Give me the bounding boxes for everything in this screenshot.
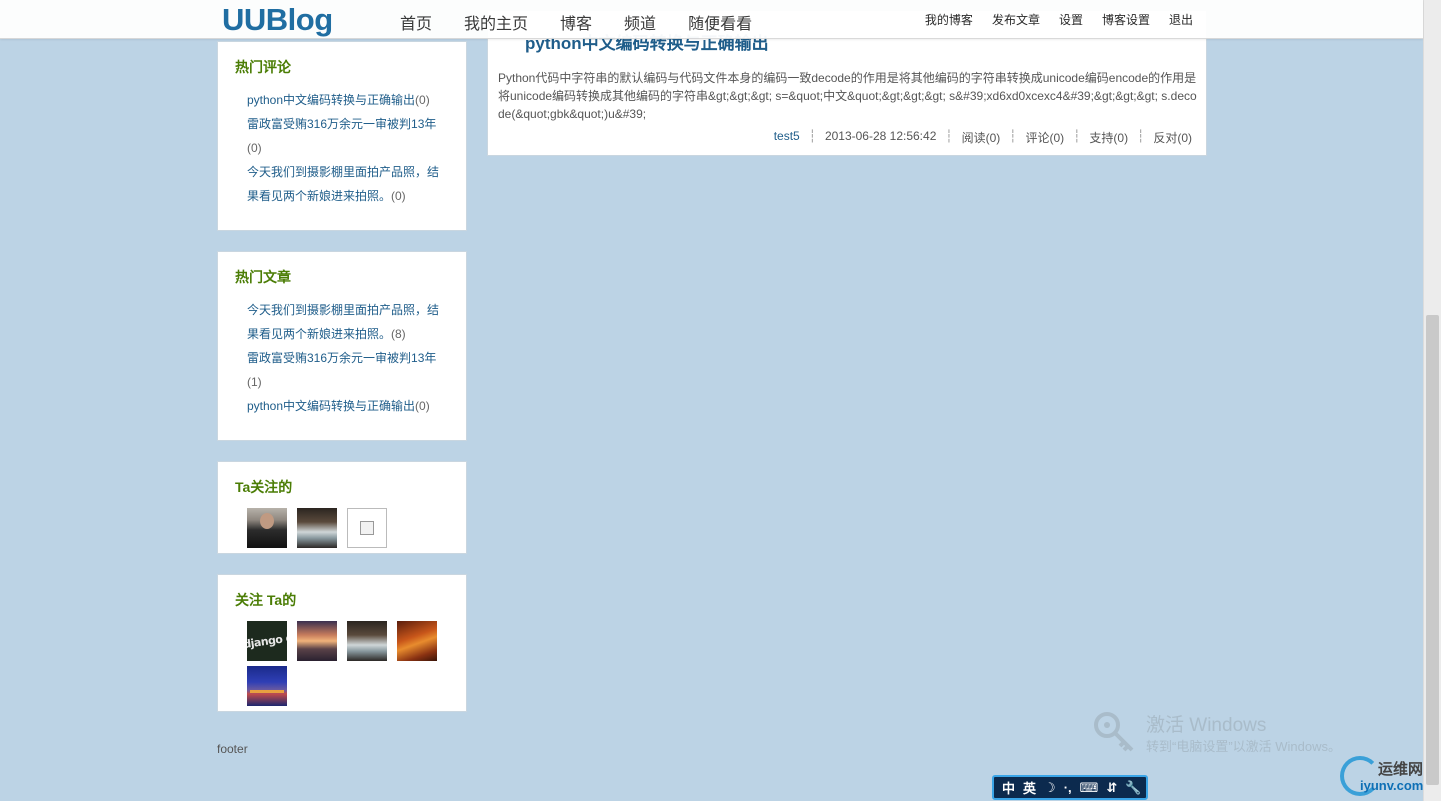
nav-my-blog[interactable]: 我的博客	[925, 11, 973, 28]
hot-articles-list: 今天我们到摄影棚里面拍产品照，结果看见两个新娘进来拍照。(8) 雷政富受贿316…	[247, 298, 447, 418]
article-excerpt: Python代码中字符串的默认编码与代码文件本身的编码一致decode的作用是将…	[498, 71, 1197, 121]
meta-separator: ┆	[1009, 129, 1017, 143]
key-icon	[1094, 712, 1134, 752]
avatar-broken-image[interactable]	[347, 508, 387, 548]
broken-image-icon	[360, 521, 374, 535]
moon-icon[interactable]: ☽	[1044, 780, 1056, 796]
ime-chinese-mode[interactable]: 中	[1002, 778, 1015, 797]
main-nav: 首页 我的主页 博客 频道 随便看看	[400, 10, 784, 34]
article-oppose-button[interactable]: 反对(0)	[1153, 129, 1192, 146]
nav-home[interactable]: 首页	[400, 10, 432, 34]
meta-separator: ┆	[808, 129, 816, 143]
meta-separator: ┆	[945, 129, 953, 143]
following-box: Ta关注的	[217, 461, 467, 554]
list-item: 今天我们到摄影棚里面拍产品照，结果看见两个新娘进来拍照。(0)	[247, 160, 447, 208]
nav-logout[interactable]: 退出	[1169, 11, 1193, 28]
nav-blog[interactable]: 博客	[560, 10, 592, 34]
nav-settings[interactable]: 设置	[1059, 11, 1083, 28]
avatar[interactable]	[247, 508, 287, 548]
nav-blog-settings[interactable]: 博客设置	[1102, 11, 1150, 28]
article-author[interactable]: test5	[774, 129, 800, 146]
site-logo[interactable]: UUBlog	[222, 2, 333, 38]
avatar[interactable]	[297, 508, 337, 548]
watermark-cn: 运维网	[1378, 761, 1424, 778]
hot-comments-box: 热门评论 python中文编码转换与正确输出(0) 雷政富受贿316万余元一审被…	[217, 41, 467, 231]
punctuation-icon[interactable]: ·,	[1064, 780, 1072, 795]
hot-article-link[interactable]: python中文编码转换与正确输出	[247, 399, 415, 413]
page-scrollbar[interactable]	[1423, 0, 1441, 801]
comment-count: (0)	[391, 189, 406, 203]
meta-separator: ┆	[1137, 129, 1145, 143]
meta-separator: ┆	[1073, 129, 1081, 143]
hot-articles-box: 热门文章 今天我们到摄影棚里面拍产品照，结果看见两个新娘进来拍照。(8) 雷政富…	[217, 251, 467, 441]
keyboard-icon[interactable]: ⌨	[1080, 780, 1099, 796]
followers-title: 关注 Ta的	[235, 592, 297, 608]
hot-articles-title: 热门文章	[235, 269, 291, 285]
list-item: 雷政富受贿316万余元一审被判13年 (1)	[247, 346, 447, 394]
activation-title: 激活 Windows	[1146, 715, 1267, 736]
hot-article-link[interactable]: 今天我们到摄影棚里面拍产品照，结果看见两个新娘进来拍照。	[247, 303, 439, 341]
activation-hint: 转到“电脑设置”以激活 Windows。	[1146, 739, 1342, 754]
list-item: 今天我们到摄影棚里面拍产品照，结果看见两个新娘进来拍照。(8)	[247, 298, 447, 346]
hot-comments-list: python中文编码转换与正确输出(0) 雷政富受贿316万余元一审被判13年(…	[247, 88, 447, 208]
following-title: Ta关注的	[235, 479, 293, 495]
following-avatars	[247, 508, 457, 553]
toggle-icon[interactable]: ⇵	[1106, 780, 1117, 796]
list-item: 雷政富受贿316万余元一审被判13年 (0)	[247, 112, 447, 160]
avatar-logo-text: django china	[247, 627, 287, 652]
ime-english-mode[interactable]: 英	[1023, 778, 1036, 797]
comment-count: (0)	[415, 93, 430, 107]
avatar[interactable]	[347, 621, 387, 661]
list-item: python中文编码转换与正确输出(0)	[247, 394, 447, 418]
article-meta: test5 ┆ 2013-06-28 12:56:42 ┆ 阅读(0) ┆ 评论…	[774, 129, 1192, 146]
user-nav: 我的博客 发布文章 设置 博客设置 退出	[906, 11, 1193, 28]
hot-comment-link[interactable]: 雷政富受贿316万余元一审被判13年	[247, 117, 436, 131]
hot-article-link[interactable]: 雷政富受贿316万余元一审被判13年	[247, 351, 436, 365]
nav-browse[interactable]: 随便看看	[688, 10, 752, 34]
article-support-button[interactable]: 支持(0)	[1089, 129, 1128, 146]
hot-comments-title: 热门评论	[235, 59, 291, 75]
view-count: (1)	[247, 375, 262, 389]
watermark-en: iyunv.com	[1360, 778, 1424, 793]
nav-publish-article[interactable]: 发布文章	[992, 11, 1040, 28]
avatar[interactable]	[397, 621, 437, 661]
followers-box: 关注 Ta的 django china	[217, 574, 467, 712]
top-navbar: UUBlog 首页 我的主页 博客 频道 随便看看 我的博客 发布文章 设置 博…	[0, 0, 1423, 39]
list-item: python中文编码转换与正确输出(0)	[247, 88, 447, 112]
hot-comment-link[interactable]: 今天我们到摄影棚里面拍产品照，结果看见两个新娘进来拍照。	[247, 165, 439, 203]
avatar[interactable]	[297, 621, 337, 661]
avatar[interactable]: django china	[247, 621, 287, 661]
view-count: (8)	[391, 327, 406, 341]
view-count: (0)	[415, 399, 430, 413]
comment-count: (0)	[247, 141, 262, 155]
followers-avatars: django china	[247, 621, 457, 711]
page-footer: footer	[217, 742, 248, 756]
ime-toolbar: 中 英 ☽ ·, ⌨ ⇵ 🔧	[992, 775, 1148, 800]
nav-my-homepage[interactable]: 我的主页	[464, 10, 528, 34]
article-read-count: 阅读(0)	[961, 131, 1001, 145]
scrollbar-thumb[interactable]	[1426, 315, 1439, 785]
hot-comment-link[interactable]: python中文编码转换与正确输出	[247, 93, 415, 107]
wrench-icon[interactable]: 🔧	[1125, 780, 1141, 796]
article-comments-link[interactable]: 评论(0)	[1026, 129, 1065, 146]
avatar[interactable]	[247, 666, 287, 706]
article-datetime: 2013-06-28 12:56:42	[824, 129, 937, 143]
nav-channel[interactable]: 频道	[624, 10, 656, 34]
